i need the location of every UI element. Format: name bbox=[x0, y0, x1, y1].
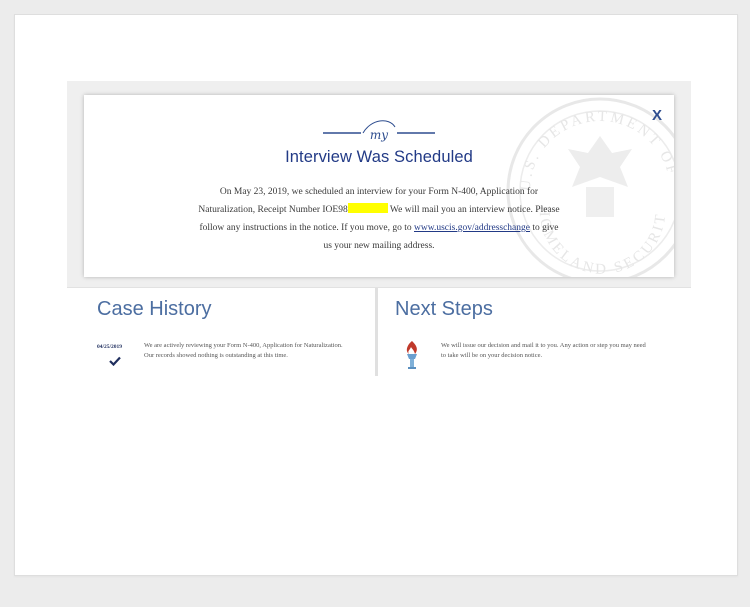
svg-text:my: my bbox=[370, 128, 388, 142]
modal-title: Interview Was Scheduled bbox=[285, 148, 473, 166]
history-item-text: We are actively reviewing your Form N-40… bbox=[144, 342, 343, 359]
interview-notification-modal: U.S. DEPARTMENT OF HOMELAND SECURITY X m… bbox=[84, 95, 674, 277]
case-history-section: Case History 04/25/2019 We are actively … bbox=[67, 288, 378, 376]
checkmark-icon bbox=[109, 356, 121, 366]
case-history-heading: Case History bbox=[97, 298, 212, 320]
modal-message: On May 23, 2019, we scheduled an intervi… bbox=[196, 183, 562, 255]
history-item-date: 04/25/2019 bbox=[97, 344, 123, 350]
torch-icon bbox=[406, 341, 417, 369]
my-uscis-logo: my bbox=[84, 115, 674, 150]
address-change-link[interactable]: www.uscis.gov/addresschange bbox=[414, 223, 530, 233]
next-steps-text: We will issue our decision and mail it t… bbox=[441, 342, 646, 359]
next-steps-heading: Next Steps bbox=[395, 298, 493, 320]
next-steps-section: Next Steps We will issue our decision an… bbox=[378, 288, 691, 376]
my-uscis-logo-icon: my bbox=[323, 120, 435, 142]
redacted-receipt-number bbox=[347, 203, 388, 213]
